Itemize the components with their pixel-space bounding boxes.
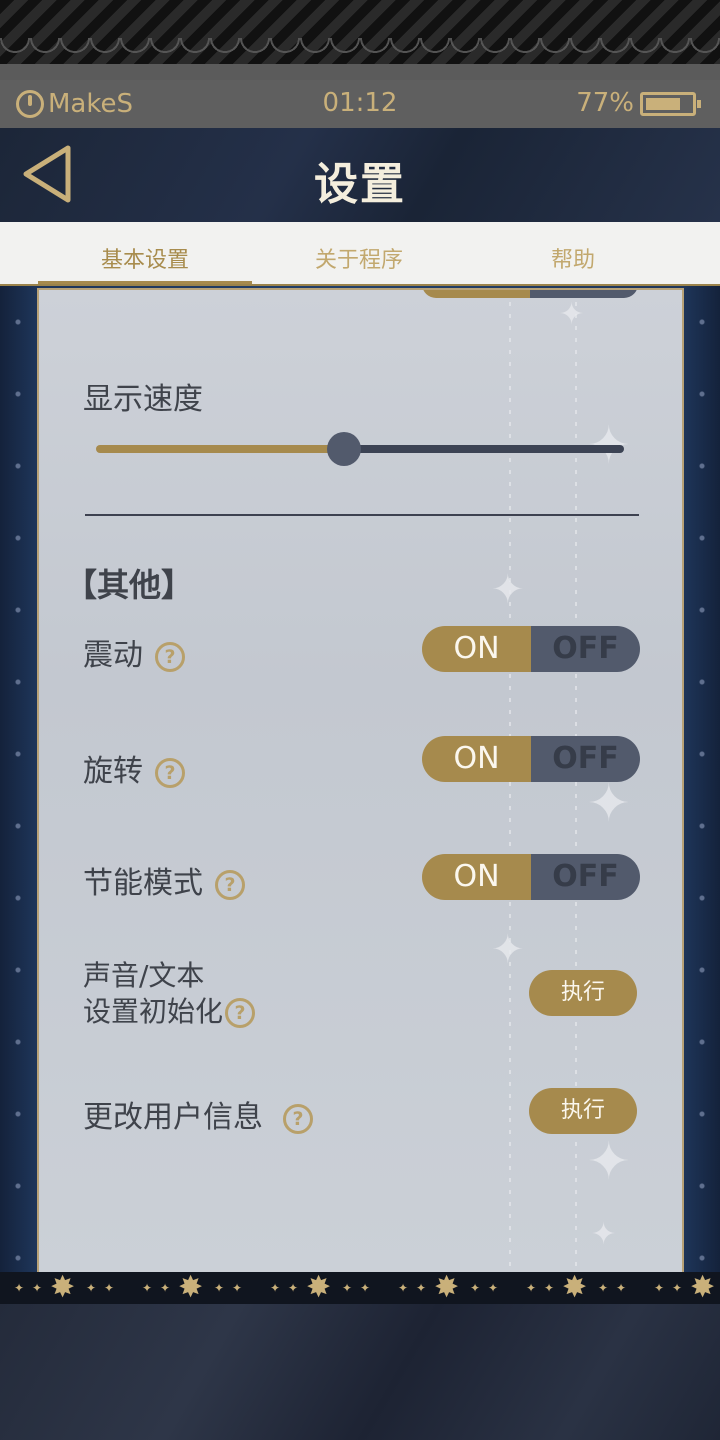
help-icon[interactable]: ? xyxy=(155,641,185,672)
other-section-title: 【其他】 xyxy=(65,566,194,604)
star-decoration: ✦ xyxy=(491,927,525,973)
tab-basic-settings[interactable]: 基本设置 xyxy=(38,222,252,286)
help-icon[interactable]: ? xyxy=(215,869,245,900)
top-band-line xyxy=(0,64,720,80)
sparkle-decoration: ✸ xyxy=(562,1272,588,1304)
reset-label-line2-row: 设置初始化? xyxy=(83,994,256,1030)
vibration-label: 震动? xyxy=(83,630,185,674)
star-decoration: ✦ xyxy=(559,297,585,332)
reset-execute-button[interactable]: 执行 xyxy=(529,970,637,1016)
dot-pattern-right xyxy=(684,286,720,1272)
toggle-off-option[interactable]: OFF xyxy=(531,736,640,782)
star-decoration: ✦ xyxy=(587,774,631,834)
sparkle-decoration: ✦ xyxy=(654,1281,665,1295)
power-saving-toggle[interactable]: ON OFF xyxy=(422,854,640,900)
sparkle-decoration: ✦ xyxy=(32,1281,43,1295)
sparkle-decoration: ✦ xyxy=(544,1281,555,1295)
sparkle-decoration: ✦ xyxy=(288,1281,299,1295)
settings-panel[interactable]: ✦ ✦ ✦ ✦ ✦ ✦ ✦ 显示速度 【其他】 震动? ON OFF 旋转? O… xyxy=(37,288,684,1272)
display-speed-slider-thumb[interactable] xyxy=(327,432,362,466)
help-icon[interactable]: ? xyxy=(155,757,185,788)
tab-bar: 基本设置 关于程序 帮助 xyxy=(0,222,720,286)
sparkle-decoration: ✦ xyxy=(398,1281,409,1295)
top-decorative-band xyxy=(0,0,720,80)
toggle-on-option[interactable]: ON xyxy=(422,626,531,672)
toggle-on-option[interactable]: ON xyxy=(422,736,531,782)
star-decoration: ✦ xyxy=(587,1132,631,1192)
back-button[interactable] xyxy=(16,142,80,206)
dot-pattern-left xyxy=(0,286,36,1272)
change-user-info-label: 更改用户信息? xyxy=(83,1092,313,1136)
toggle-on-option[interactable]: ON xyxy=(422,854,531,900)
sparkle-decoration: ✸ xyxy=(50,1272,76,1304)
sparkle-decoration: ✦ xyxy=(470,1281,481,1295)
star-decoration: ✦ xyxy=(591,1217,617,1252)
sparkle-decoration: ✦ xyxy=(342,1281,353,1295)
sparkle-decoration: ✦ xyxy=(616,1281,627,1295)
bottom-decorative-border: ✦ ✦ ✸ ✦ ✦ ✦ ✦ ✸ ✦ ✦ ✦ ✦ ✸ ✦ ✦ ✦ ✦ ✸ ✦ ✦ ✦ ✦ ✸ ✦ ✦ ✦ ✦ ✸ xyxy=(0,1272,720,1304)
reset-sound-text-label: 声音/文本 设置初始化? xyxy=(83,958,256,1030)
tab-help[interactable]: 帮助 xyxy=(466,222,680,286)
sparkle-decoration: ✦ xyxy=(672,1281,683,1295)
section-divider xyxy=(85,514,639,516)
battery-icon xyxy=(640,92,701,116)
sparkle-decoration: ✦ xyxy=(526,1281,537,1295)
sparkle-decoration: ✦ xyxy=(270,1281,281,1295)
toggle-off-option[interactable]: OFF xyxy=(531,626,640,672)
reset-label-line2: 设置初始化 xyxy=(83,995,224,1028)
sparkle-decoration: ✦ xyxy=(488,1281,499,1295)
reset-label-line1: 声音/文本 xyxy=(83,959,205,992)
star-decoration: ✦ xyxy=(491,567,525,613)
partial-toggle-above[interactable] xyxy=(422,290,638,298)
tab-about[interactable]: 关于程序 xyxy=(252,222,466,286)
vibration-toggle[interactable]: ON OFF xyxy=(422,626,640,672)
page-title: 设置 xyxy=(314,159,406,210)
battery-fill xyxy=(646,98,680,110)
sparkle-decoration: ✦ xyxy=(214,1281,225,1295)
status-bar: MakeS 01:12 77% xyxy=(0,80,720,128)
sparkle-decoration: ✸ xyxy=(178,1272,204,1304)
help-icon[interactable]: ? xyxy=(283,1103,313,1134)
rotation-toggle[interactable]: ON OFF xyxy=(422,736,640,782)
vibration-label-text: 震动 xyxy=(83,638,143,673)
sparkle-decoration: ✦ xyxy=(416,1281,427,1295)
sparkle-decoration: ✸ xyxy=(434,1272,460,1304)
slider-track-rest[interactable] xyxy=(344,445,624,453)
change-user-info-label-text: 更改用户信息 xyxy=(83,1100,263,1135)
slider-track-filled[interactable] xyxy=(96,445,345,453)
back-triangle-icon xyxy=(23,145,71,203)
power-saving-label-text: 节能模式 xyxy=(83,866,203,901)
header: 设置 xyxy=(0,128,720,222)
sparkle-decoration: ✸ xyxy=(306,1272,332,1304)
help-icon[interactable]: ? xyxy=(225,998,256,1028)
sparkle-decoration: ✦ xyxy=(104,1281,115,1295)
battery-percent: 77% xyxy=(576,88,634,118)
sparkle-decoration: ✦ xyxy=(232,1281,243,1295)
power-saving-label: 节能模式? xyxy=(83,858,245,902)
sparkle-decoration: ✦ xyxy=(142,1281,153,1295)
bottom-background xyxy=(0,1304,720,1440)
sparkle-decoration: ✦ xyxy=(160,1281,171,1295)
sparkle-decoration: ✦ xyxy=(14,1281,25,1295)
toggle-off-option[interactable]: OFF xyxy=(531,854,640,900)
change-user-info-execute-button[interactable]: 执行 xyxy=(529,1088,637,1134)
sparkle-decoration: ✦ xyxy=(360,1281,371,1295)
sparkle-decoration: ✦ xyxy=(598,1281,609,1295)
sparkle-decoration: ✸ xyxy=(690,1272,716,1304)
rotation-label: 旋转? xyxy=(83,746,185,790)
rotation-label-text: 旋转 xyxy=(83,754,143,789)
display-speed-label: 显示速度 xyxy=(83,382,203,417)
sparkle-decoration: ✦ xyxy=(86,1281,97,1295)
